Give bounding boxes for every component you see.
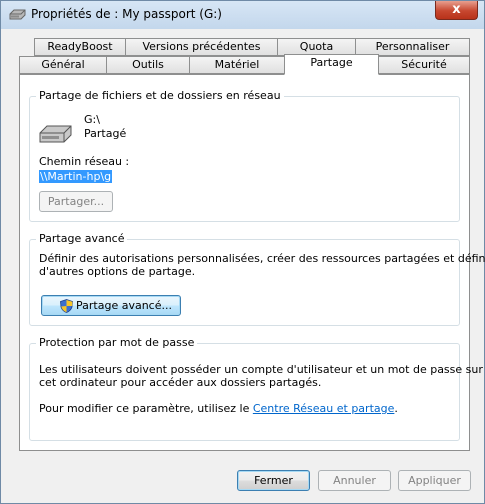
settings-suffix: . xyxy=(394,402,398,415)
advanced-description-line1: Définir des autorisations personnalisées… xyxy=(39,252,485,265)
network-center-link[interactable]: Centre Réseau et partage xyxy=(253,402,395,415)
password-protection-group: Protection par mot de passe Les utilisat… xyxy=(29,336,483,441)
tab-label: Général xyxy=(41,58,85,71)
tab-label: ReadyBoost xyxy=(47,40,113,53)
network-sharing-group: Partage de fichiers et de dossiers en ré… xyxy=(29,89,460,222)
settings-prefix: Pour modifier ce paramètre, utilisez le xyxy=(39,402,253,415)
tab-label: Personnaliser xyxy=(375,40,450,53)
tab-previous-versions[interactable]: Versions précédentes xyxy=(125,38,278,56)
sharing-panel: Partage de fichiers et de dossiers en ré… xyxy=(19,74,485,451)
password-line2: cet ordinateur pour accéder aux dossiers… xyxy=(39,376,322,389)
uac-shield-icon xyxy=(60,299,73,313)
tab-label: Quota xyxy=(299,40,334,53)
button-label: Partage avancé... xyxy=(76,299,172,312)
tab-readyboost[interactable]: ReadyBoost xyxy=(34,38,126,56)
tab-hardware[interactable]: Matériel xyxy=(189,56,285,74)
tab-label: Outils xyxy=(132,58,164,71)
tab-label: Versions précédentes xyxy=(142,40,261,53)
cancel-button[interactable]: Annuler xyxy=(318,470,391,491)
tab-label: Sécurité xyxy=(401,58,447,71)
tab-sharing[interactable]: Partage xyxy=(284,54,379,75)
password-settings-text: Pour modifier ce paramètre, utilisez le … xyxy=(39,402,398,415)
network-path-label: Chemin réseau : xyxy=(39,155,130,168)
hard-drive-icon xyxy=(39,125,72,143)
tab-tools[interactable]: Outils xyxy=(106,56,190,74)
group-title: Protection par mot de passe xyxy=(36,336,198,349)
drive-icon xyxy=(9,9,26,20)
drive-name: G:\ xyxy=(84,113,100,126)
button-label: Annuler xyxy=(333,474,376,487)
button-label: Partager... xyxy=(47,195,105,208)
advanced-description-line2: d'autres options de partage. xyxy=(39,265,196,278)
group-title: Partage avancé xyxy=(36,232,128,245)
window-title: Propriétés de : My passport (G:) xyxy=(31,7,222,21)
tab-security[interactable]: Sécurité xyxy=(378,56,470,74)
password-line1: Les utilisateurs doivent posséder un com… xyxy=(39,363,483,376)
share-button[interactable]: Partager... xyxy=(39,191,113,212)
group-title: Partage de fichiers et de dossiers en ré… xyxy=(36,89,284,102)
advanced-sharing-button[interactable]: Partage avancé... xyxy=(41,295,181,316)
tab-general[interactable]: Général xyxy=(19,56,107,74)
button-label: Appliquer xyxy=(408,474,461,487)
properties-window: Propriétés de : My passport (G:) x Ready… xyxy=(0,0,485,504)
close-button[interactable]: x xyxy=(435,1,478,20)
close-icon: x xyxy=(452,2,461,17)
network-path-value[interactable]: \\Martin-hp\g xyxy=(39,170,113,183)
advanced-sharing-group: Partage avancé Définir des autorisations… xyxy=(29,232,485,326)
drive-status: Partagé xyxy=(84,127,127,140)
apply-button[interactable]: Appliquer xyxy=(398,470,471,491)
tab-label: Matériel xyxy=(214,58,260,71)
tab-label: Partage xyxy=(310,56,353,69)
title-bar[interactable]: Propriétés de : My passport (G:) x xyxy=(1,1,484,29)
button-label: Fermer xyxy=(254,474,293,487)
close-dialog-button[interactable]: Fermer xyxy=(237,470,310,491)
